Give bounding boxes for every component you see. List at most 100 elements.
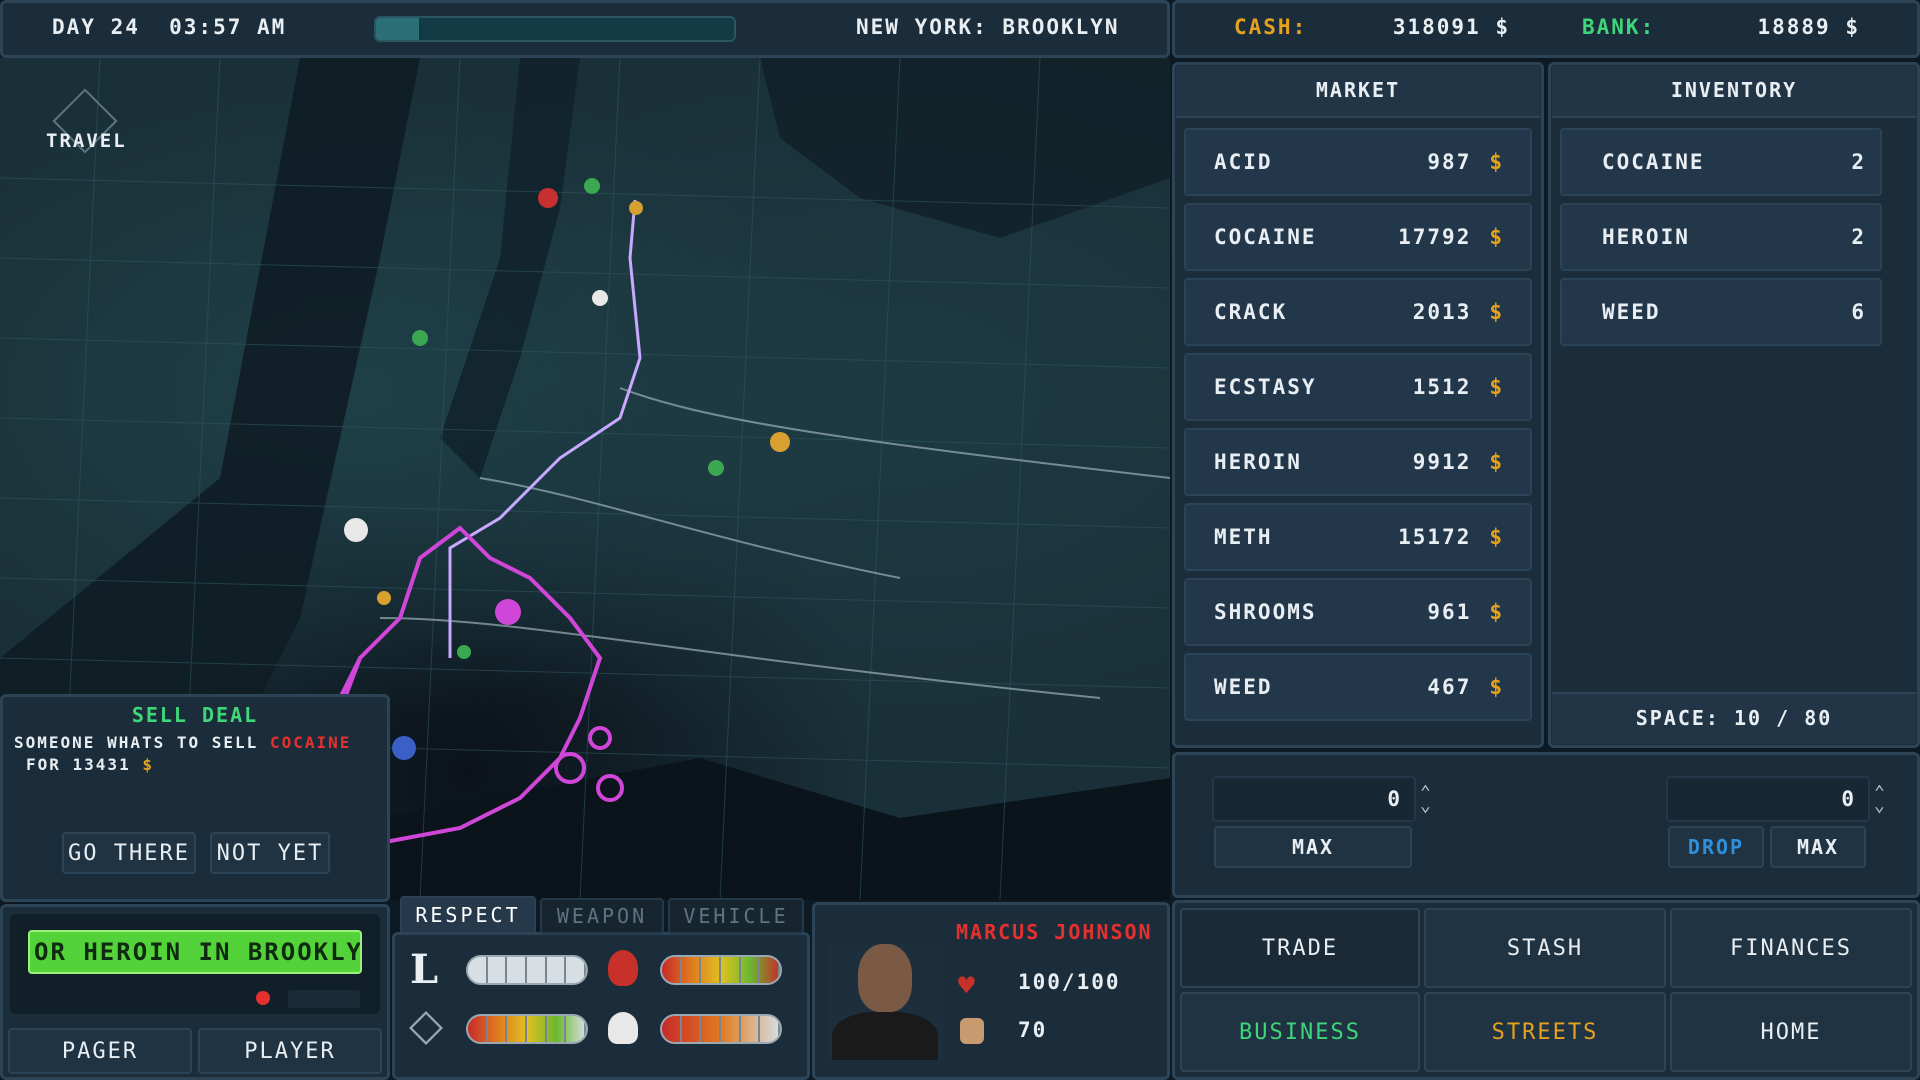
streets-button[interactable]: STREETS	[1424, 992, 1666, 1072]
pager-record-indicator	[256, 991, 270, 1005]
player-health: 100/100	[1018, 970, 1121, 994]
marker-green	[584, 178, 600, 194]
market-item-price-group: 987 $	[1427, 150, 1504, 174]
market-item-heroin[interactable]: HEROIN 9912$	[1184, 428, 1532, 496]
east-river	[440, 58, 580, 478]
deal-drug: COCAINE	[270, 733, 351, 752]
buy-quantity-field[interactable]: 0	[1212, 776, 1416, 822]
pager-tab[interactable]: PAGER	[8, 1028, 192, 1074]
dollar-icon: $	[1489, 300, 1504, 324]
time-progress-bar	[374, 16, 736, 42]
market-item-price-group: 9912$	[1413, 450, 1504, 474]
player-strength: 70	[1018, 1018, 1047, 1042]
dollar-icon: $	[1489, 675, 1504, 699]
current-location: NEW YORK: BROOKLYN	[856, 15, 1120, 39]
market-item-price-group: 17792 $	[1398, 225, 1504, 249]
finances-button[interactable]: FINANCES	[1670, 908, 1912, 988]
market-item-price: 17792	[1398, 225, 1471, 249]
market-title: MARKET	[1172, 78, 1544, 102]
market-item-name: ACID	[1214, 150, 1273, 174]
marker-white	[592, 290, 608, 306]
dollar-icon: $	[1489, 525, 1504, 549]
marker-green	[708, 460, 724, 476]
market-item-crack[interactable]: CRACK 2013 $	[1184, 278, 1532, 346]
dollar-icon: $	[1489, 375, 1504, 399]
inventory-item-weed[interactable]: WEED 6	[1560, 278, 1882, 346]
sell-max-button[interactable]: MAX	[1770, 826, 1866, 868]
market-item-name: WEED	[1214, 675, 1273, 699]
market-item-price-group: 961$	[1427, 600, 1504, 624]
danger-bar	[660, 1014, 782, 1044]
rank-letter: L	[410, 946, 440, 993]
inventory-item-heroin[interactable]: HEROIN 2	[1560, 203, 1882, 271]
market-item-price: 9912	[1413, 450, 1472, 474]
bank-label: BANK:	[1582, 15, 1655, 39]
business-button[interactable]: BUSINESS	[1180, 992, 1420, 1072]
wealth-bar	[466, 1014, 588, 1044]
dollar-icon: $	[1489, 150, 1504, 174]
stash-button[interactable]: STASH	[1424, 908, 1666, 988]
inventory-item-name: WEED	[1602, 300, 1661, 324]
drop-button[interactable]: DROP	[1668, 826, 1764, 868]
portrait-head	[858, 944, 912, 1012]
pager-ticker-text: OR HEROIN IN BROOKLYN	[34, 938, 362, 966]
skull-icon	[608, 1012, 638, 1044]
buy-max-button[interactable]: MAX	[1214, 826, 1412, 868]
tab-vehicle[interactable]: VEHICLE	[668, 898, 804, 934]
bay-water	[380, 758, 1170, 900]
sell-quantity-spinner-icon[interactable]: ⌃⌄	[1874, 786, 1887, 812]
respect-bar	[466, 955, 588, 985]
buy-quantity-value: 0	[1387, 787, 1402, 811]
inventory-item-name: COCAINE	[1602, 150, 1705, 174]
player-name: MARCUS JOHNSON	[956, 920, 1153, 944]
market-item-weed[interactable]: WEED 467$	[1184, 653, 1532, 721]
player-tab[interactable]: PLAYER	[198, 1028, 382, 1074]
go-there-button[interactable]: GO THERE	[62, 832, 196, 874]
bank-value: 18889 $	[1700, 15, 1860, 39]
deal-line-1-text: SOMEONE WHATS TO SELL	[14, 733, 258, 752]
inventory-item-qty: 6	[1851, 300, 1866, 324]
marker-yellow	[629, 201, 643, 215]
market-item-price-group: 1512$	[1413, 375, 1504, 399]
portrait-body	[832, 1012, 938, 1060]
tab-respect[interactable]: RESPECT	[400, 896, 536, 934]
marker-pink	[495, 599, 521, 625]
buy-quantity-spinner-icon[interactable]: ⌃⌄	[1420, 786, 1433, 812]
market-item-name: CRACK	[1214, 300, 1287, 324]
market-item-ecstasy[interactable]: ECSTASY 1512$	[1184, 353, 1532, 421]
marker-scale	[770, 432, 790, 452]
home-button[interactable]: HOME	[1670, 992, 1912, 1072]
market-item-meth[interactable]: METH 15172$	[1184, 503, 1532, 571]
market-item-price-group: 467$	[1427, 675, 1504, 699]
marker-yellow	[377, 591, 391, 605]
market-item-cocaine[interactable]: COCAINE 17792 $	[1184, 203, 1532, 271]
deal-currency: $	[142, 755, 154, 774]
inventory-item-cocaine[interactable]: COCAINE 2	[1560, 128, 1882, 196]
market-item-acid[interactable]: ACID 987 $	[1184, 128, 1532, 196]
market-item-shrooms[interactable]: SHROOMS 961$	[1184, 578, 1532, 646]
cash-value: 318091 $	[1380, 15, 1510, 39]
market-item-name: COCAINE	[1214, 225, 1317, 249]
sound-water	[760, 58, 1170, 238]
not-yet-button[interactable]: NOT YET	[210, 832, 330, 874]
marker-bank	[344, 518, 368, 542]
trade-button[interactable]: TRADE	[1180, 908, 1420, 988]
market-item-price: 987	[1427, 150, 1471, 174]
dollar-icon: $	[1489, 225, 1504, 249]
pager-ticker: OR HEROIN IN BROOKLYN	[28, 930, 362, 974]
inventory-item-qty: 2	[1851, 225, 1866, 249]
heart-icon: ♥	[958, 972, 977, 1000]
market-item-price: 2013	[1413, 300, 1472, 324]
sell-quantity-value: 0	[1841, 787, 1856, 811]
inventory-space: SPACE: 10 / 80	[1548, 706, 1920, 730]
travel-label[interactable]: TRAVEL	[46, 130, 127, 152]
marker-green	[412, 330, 428, 346]
deal-line-1: SOMEONE WHATS TO SELL COCAINE	[14, 733, 351, 752]
day-time: DAY 24 03:57 AM	[52, 15, 286, 39]
tab-weapon[interactable]: WEAPON	[540, 898, 664, 934]
deal-title: SELL DEAL	[0, 703, 390, 727]
player-portrait	[826, 942, 944, 1060]
sell-quantity-field[interactable]: 0	[1666, 776, 1870, 822]
deal-line-2: FOR 13431 $	[26, 755, 154, 774]
market-item-name: METH	[1214, 525, 1273, 549]
